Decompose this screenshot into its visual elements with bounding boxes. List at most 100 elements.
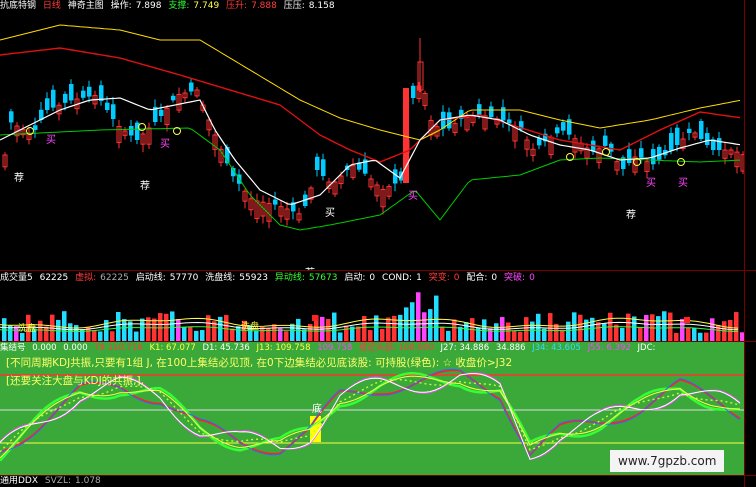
volume-pane[interactable]: 成交量5 62225 虚拟: 62225 启动线: 57770 洗盘线: 55923 …	[0, 271, 744, 341]
candle-body	[561, 122, 566, 131]
volume-bar	[566, 321, 571, 341]
candle-body	[669, 133, 674, 151]
volume-bar	[284, 331, 289, 341]
kdj-b: 0.000	[63, 343, 88, 353]
volume-bar	[728, 319, 733, 341]
volume-bar	[656, 316, 661, 341]
candle-body	[69, 84, 74, 101]
volume-bar	[230, 328, 235, 341]
signal-circle	[602, 148, 610, 156]
signal-circle	[677, 158, 685, 166]
volume-bar	[116, 312, 121, 341]
volume-bar	[260, 327, 265, 341]
ddx-pane[interactable]: 通用DDX SVZL: 1.078	[0, 476, 744, 487]
volume-bar	[620, 327, 625, 341]
volume-bar	[440, 326, 445, 341]
candle-body	[159, 109, 164, 116]
kdj-title: 集结号	[0, 343, 26, 353]
volume-bar	[140, 318, 145, 341]
candle-body	[81, 90, 86, 98]
volume-bar	[368, 330, 373, 341]
svzl-value: 1.078	[75, 476, 101, 486]
volume-bar	[704, 332, 709, 341]
volume-bar	[662, 311, 667, 341]
candle-body	[639, 148, 644, 158]
candle-body	[9, 111, 14, 123]
virtual-label: 虚拟:	[75, 273, 97, 283]
start-value: 0	[369, 273, 376, 283]
volume-bar	[62, 311, 67, 341]
wash-line-label: 洗盘线:	[205, 273, 236, 283]
kdj-j27: J27: 34.886	[440, 343, 490, 353]
volume-bar	[110, 331, 115, 341]
volume-header: 成交量5 62225 虚拟: 62225 启动线: 57770 洗盘线: 55923 …	[0, 272, 539, 284]
volume-bar	[332, 312, 337, 341]
candle-body	[675, 127, 680, 145]
volume-bar	[602, 323, 607, 341]
volume-bar	[548, 313, 553, 341]
volume-bar	[92, 330, 97, 341]
wash-line-value: 55923	[239, 273, 268, 283]
candle-body	[321, 159, 326, 176]
note-line-1: [不同周期KDJ共振,只要有1组 J, 在100上集结必见顶, 在0下边集结必见…	[6, 357, 513, 369]
ddx-title: 通用DDX	[0, 476, 39, 486]
start-line-label: 启动线:	[135, 273, 166, 283]
volume-bar	[194, 330, 199, 341]
volume-bar	[38, 320, 43, 341]
break-value: 0	[529, 273, 535, 283]
volume-bar	[446, 330, 451, 341]
volume-bar	[428, 309, 433, 341]
candlestick-chart[interactable]	[0, 0, 744, 270]
signal-block	[684, 317, 690, 323]
volume-bar	[668, 312, 673, 341]
volume-bar	[200, 330, 205, 341]
kdj-pane[interactable]: 集结号 0.000 0.000 T9 110.716 K1: 67.077 D1…	[0, 342, 744, 475]
break-label: 突破:	[504, 273, 526, 283]
volume-bar	[182, 327, 187, 341]
match-value: 0	[491, 273, 498, 283]
sudden-value: 0	[453, 273, 460, 283]
stock-title: 抗底特钢	[0, 1, 37, 11]
candle-body	[705, 133, 710, 145]
volume-bar	[494, 323, 499, 341]
buy-marker: 买	[408, 191, 418, 202]
indicator-name: 神奇主图	[67, 1, 104, 11]
candle-body	[555, 127, 560, 134]
kdj-j28: 34.886	[495, 343, 526, 353]
watermark: www.7gpzb.com	[610, 450, 725, 472]
volume-bar	[530, 321, 535, 341]
abnormal-label: 异动线:	[274, 273, 305, 283]
volume-bar	[734, 312, 739, 341]
note-line-2: [还要关注大盘与KDJ的共振,],	[6, 375, 144, 387]
resist-value: 8.158	[308, 1, 335, 11]
recommend-marker: 荐	[14, 173, 24, 184]
buy-marker: 买	[325, 208, 335, 219]
volume-bar	[632, 316, 637, 341]
sudden-label: 突变:	[428, 273, 450, 283]
cond-value: 1	[416, 273, 422, 283]
candle-body	[687, 128, 692, 133]
volume-bar	[506, 322, 511, 341]
candle-body	[699, 121, 704, 139]
volume-bar	[122, 319, 127, 341]
recommend-marker: 荐	[140, 181, 150, 192]
resist-label: 压压:	[283, 1, 305, 11]
volume-bar	[20, 332, 25, 341]
support-value: 7.749	[193, 1, 220, 11]
price-pane[interactable]: 抗底特钢 日线 神奇主图 操作: 7.898 支撑: 7.749 压升: 7.888 …	[0, 0, 744, 270]
candle-body	[273, 199, 278, 205]
volume-bar	[68, 323, 73, 341]
volume-bar	[434, 295, 439, 341]
wash-marker: 洗盘	[18, 324, 37, 334]
period-label: 日线	[42, 1, 61, 11]
buy-marker: 买	[678, 178, 688, 189]
svzl-label: SVZL:	[44, 476, 71, 486]
volume-bar	[680, 319, 685, 341]
volume-bar	[254, 330, 259, 341]
volume-bar	[272, 324, 277, 341]
volume-bar	[422, 312, 427, 341]
volume-bar	[236, 326, 241, 341]
kdj-header: 集结号 0.000 0.000 T9 110.716 K1: 67.077 D1…	[0, 342, 659, 354]
volume-bar	[356, 326, 361, 341]
volume-bar	[698, 332, 703, 341]
